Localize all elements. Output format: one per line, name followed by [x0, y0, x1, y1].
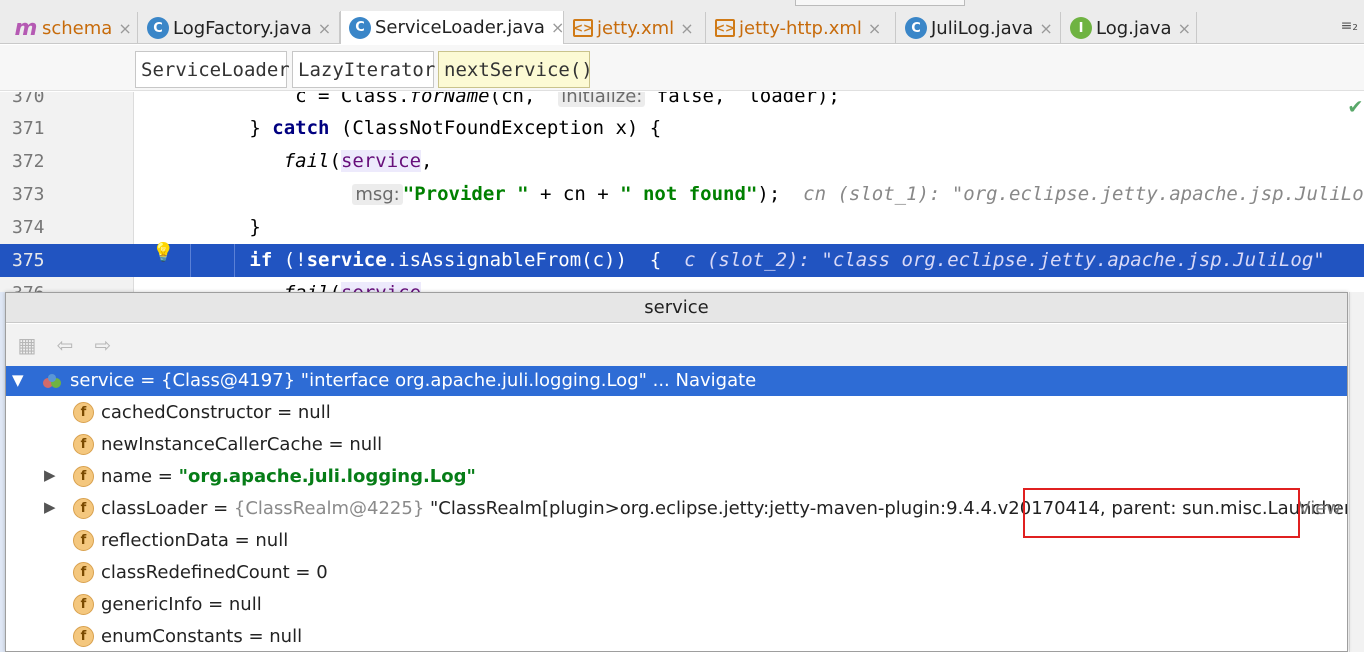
field-icon: f: [73, 498, 94, 519]
breadcrumb: ServiceLoader LazyIterator nextService(): [0, 45, 1364, 91]
breadcrumb-method[interactable]: nextService(): [438, 51, 593, 88]
navigate-link[interactable]: Navigate: [676, 370, 757, 391]
tab-label: ServiceLoader.java: [375, 17, 545, 38]
popup-title: service: [6, 293, 1347, 323]
back-arrow-icon[interactable]: ⇦: [52, 334, 78, 356]
view-link[interactable]: View: [1298, 493, 1341, 525]
close-icon[interactable]: ×: [1039, 19, 1052, 38]
tab-logfactory[interactable]: C LogFactory.java ×: [139, 12, 340, 44]
class-c-icon: C: [905, 17, 927, 39]
code-line[interactable]: 372 fail(service,: [0, 145, 1364, 178]
scrollbar[interactable]: [1349, 292, 1364, 652]
tree-row[interactable]: f enumConstants = null: [6, 621, 1347, 651]
tab-label: JuliLog.java: [931, 17, 1034, 39]
code-text: msg: "Provider " + cn + " not found"); cn…: [135, 178, 1364, 211]
close-icon[interactable]: ×: [551, 18, 563, 37]
breadcrumb-inner-class[interactable]: LazyIterator: [292, 51, 435, 88]
tab-log[interactable]: I Log.java ×: [1062, 12, 1197, 44]
tree-row[interactable]: f genericInfo = null: [6, 589, 1347, 621]
line-number: 371: [12, 118, 45, 139]
debug-evaluate-popup: service ▦ ⇦ ⇨ ▼ service = {Class@4197} "…: [5, 292, 1348, 652]
inline-debug-value: c (slot_2): "class org.eclipse.jetty.apa…: [684, 249, 1325, 271]
interface-i-icon: I: [1070, 17, 1092, 39]
tree-row-text: enumConstants = null: [101, 626, 303, 647]
tree-row-text: genericInfo = null: [101, 594, 262, 615]
tab-jetty-xml[interactable]: <> jetty.xml ×: [565, 12, 706, 44]
gutter-separator: [190, 244, 191, 277]
tree-row-text: reflectionData = null: [101, 530, 289, 551]
checkmark-icon: ✔: [1348, 94, 1362, 119]
line-number: 370: [12, 92, 45, 107]
close-icon[interactable]: ×: [868, 19, 881, 38]
inline-debug-value: cn (slot_1): "org.eclipse.jetty.apache.j…: [803, 183, 1364, 205]
close-icon[interactable]: ×: [680, 19, 693, 38]
field-icon: f: [73, 626, 94, 647]
code-line[interactable]: 373 msg: "Provider " + cn + " not found")…: [0, 178, 1364, 211]
expand-right-icon[interactable]: ▶: [44, 466, 60, 484]
gutter-separator: [234, 244, 235, 277]
close-icon[interactable]: ×: [1178, 19, 1191, 38]
tree-row-text: classRedefinedCount = 0: [101, 562, 328, 583]
expand-down-icon[interactable]: ▼: [12, 371, 28, 389]
code-text: if (!service.isAssignableFrom(c)) { c (s…: [249, 249, 1325, 271]
tree-row-text: cachedConstructor = null: [101, 402, 331, 423]
class-c-icon: C: [147, 17, 169, 39]
close-icon[interactable]: ×: [118, 19, 131, 38]
tree-row[interactable]: f newInstanceCallerCache = null: [6, 429, 1347, 461]
field-icon: f: [73, 530, 94, 551]
tree-row[interactable]: f classRedefinedCount = 0: [6, 557, 1347, 589]
lightbulb-icon[interactable]: 💡: [152, 242, 174, 263]
breadcrumb-class[interactable]: ServiceLoader: [135, 51, 290, 88]
xml-file-icon: <>: [714, 19, 736, 37]
code-text: } catch (ClassNotFoundException x) {: [135, 117, 662, 139]
xml-file-icon: <>: [572, 19, 594, 37]
maven-m-icon: m: [14, 15, 38, 41]
code-text: c = Class.forName(cn, initialize: false,…: [135, 92, 1364, 113]
tab-label: jetty-http.xml: [739, 17, 862, 39]
code-line[interactable]: 371 } catch (ClassNotFoundException x) {: [0, 112, 1364, 145]
class-c-icon: C: [349, 16, 371, 39]
tab-julilog[interactable]: C JuliLog.java ×: [897, 12, 1061, 44]
toolbar-remnant: [795, 0, 965, 6]
code-line[interactable]: 374 }: [0, 211, 1364, 244]
open-in-watches-icon[interactable]: ▦: [14, 334, 40, 356]
line-number: 372: [12, 151, 45, 172]
tab-list-menu-icon[interactable]: ≡₂: [1341, 18, 1358, 34]
tab-jetty-http-xml[interactable]: <> jetty-http.xml ×: [707, 12, 896, 44]
code-text: fail(service: [135, 277, 1364, 292]
line-number: 376: [12, 277, 72, 292]
code-line[interactable]: 376 fail(service: [0, 277, 1364, 292]
tab-label: schema: [42, 17, 113, 39]
tree-row-text: name = "org.apache.juli.logging.Log": [101, 466, 476, 487]
tab-serviceloader[interactable]: C ServiceLoader.java ×: [340, 11, 564, 44]
current-execution-line[interactable]: 375 if (!service.isAssignableFrom(c)) { …: [0, 244, 1364, 277]
line-number: 374: [12, 217, 45, 238]
watch-variable-icon: [43, 374, 61, 388]
code-text: }: [135, 216, 261, 238]
tab-label: LogFactory.java: [173, 17, 312, 39]
editor-tab-bar: m schema × C LogFactory.java × C Service…: [0, 0, 1364, 44]
tab-label: jetty.xml: [597, 17, 675, 39]
forward-arrow-icon[interactable]: ⇨: [90, 334, 116, 356]
code-editor[interactable]: 370 c = Class.forName(cn, initialize: fa…: [0, 92, 1364, 292]
tab-label: Log.java: [1096, 17, 1172, 39]
field-icon: f: [73, 434, 94, 455]
field-icon: f: [73, 466, 94, 487]
close-icon[interactable]: ×: [318, 19, 331, 38]
line-number: 373: [12, 184, 45, 205]
code-line[interactable]: 370 c = Class.forName(cn, initialize: fa…: [0, 92, 1364, 113]
tree-row[interactable]: f cachedConstructor = null: [6, 397, 1347, 429]
tree-row-service[interactable]: ▼ service = {Class@4197} "interface org.…: [6, 366, 1347, 396]
tree-row-text: service = {Class@4197} "interface org.ap…: [70, 370, 757, 391]
code-text: fail(service,: [283, 150, 433, 172]
tree-row-text: newInstanceCallerCache = null: [101, 434, 383, 455]
field-icon: f: [73, 594, 94, 615]
expand-right-icon[interactable]: ▶: [44, 498, 60, 516]
annotation-highlight-box: [1023, 488, 1300, 538]
field-icon: f: [73, 562, 94, 583]
tab-schema[interactable]: m schema ×: [6, 12, 138, 44]
line-number: 375: [12, 250, 45, 271]
field-icon: f: [73, 402, 94, 423]
popup-toolbar: ▦ ⇦ ⇨: [6, 324, 1347, 366]
